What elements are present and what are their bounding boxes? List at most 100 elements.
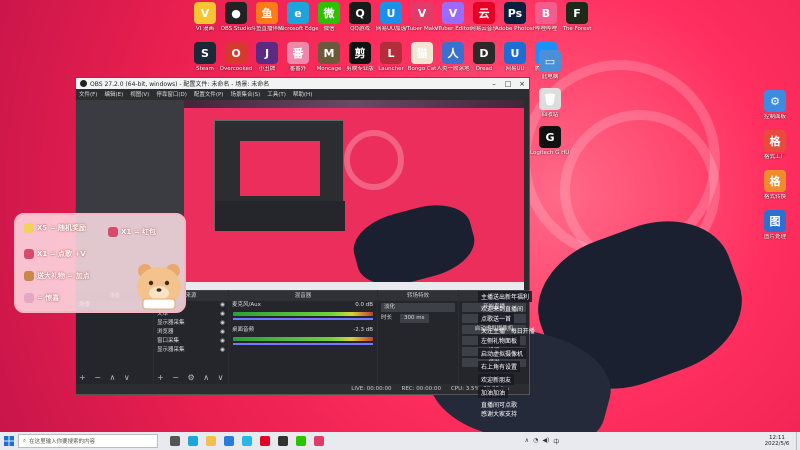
desktop-icon[interactable]: 格格式转换 [755, 170, 795, 200]
clock-date: 2022/5/6 [764, 441, 790, 447]
obs-menu-item[interactable]: 文件(F) [79, 90, 97, 98]
desktop-icon[interactable]: 格格式工厂 [755, 130, 795, 160]
taskbar-app-edge[interactable] [184, 432, 202, 450]
source-item[interactable]: 窗口采集 ◉ [154, 337, 228, 346]
close-button[interactable]: × [515, 80, 529, 88]
task-view-icon [170, 436, 180, 446]
volume-slider[interactable] [233, 343, 373, 345]
ime-icon[interactable]: 中 [553, 437, 559, 446]
app-icon: J [256, 42, 278, 64]
sources-toolbar[interactable]: + − ⚙ ∧ ∨ [157, 373, 226, 382]
preview-nested-obs [214, 120, 345, 231]
taskbar-app-store[interactable] [220, 432, 238, 450]
tray-arrow-icon[interactable]: ∧ [525, 437, 529, 446]
edge-icon [188, 436, 198, 446]
capture-icon [314, 436, 324, 446]
show-desktop-button[interactable] [795, 432, 800, 450]
app-icon: 猫 [411, 42, 433, 64]
taskbar-app-bilibili[interactable] [238, 432, 256, 450]
gift-rule-item: X5 = 随机奖励 [24, 223, 86, 233]
mixer-dock: 混音器 麦克风/Aux 0.0 dB 桌面音频 -2.3 dB [229, 290, 377, 384]
gift-icon [24, 271, 34, 281]
app-icon: Q [349, 2, 371, 24]
obs-menu-item[interactable]: 编辑(E) [104, 90, 123, 98]
visibility-eye-icon[interactable]: ◉ [220, 319, 225, 328]
mixer-db-value: -2.3 dB [353, 327, 373, 333]
taskbar-app-explorer[interactable] [202, 432, 220, 450]
network-icon[interactable]: ◔ [533, 437, 538, 446]
live-status: LIVE: 00:00:00 [351, 386, 392, 392]
desktop-icon[interactable]: 图图片处理 [755, 210, 795, 240]
app-icon: U [504, 42, 526, 64]
source-label: 显示器采集 [157, 320, 185, 326]
scenes-toolbar[interactable]: + − ∧ ∨ [79, 373, 133, 382]
taskbar-clock[interactable]: 12:11 2022/5/6 [758, 435, 796, 447]
taskbar: ⌕ 在这里输入你要搜索的内容 ∧ ◔ ◀) 中 12:11 2022/5/6 [0, 432, 800, 450]
desktop-icon-label: 控制面板 [763, 114, 786, 120]
preview-character [346, 195, 482, 290]
store-icon [224, 436, 234, 446]
app-icon: 云 [473, 2, 495, 24]
source-item[interactable]: 显示器采集 ◉ [154, 346, 228, 355]
obs-menu-item[interactable]: 视图(V) [130, 90, 149, 98]
app-icon: ▭ [539, 50, 561, 72]
transition-select[interactable]: 淡化 [381, 303, 455, 312]
app-icon: 剪 [349, 42, 371, 64]
visibility-eye-icon[interactable]: ◉ [220, 301, 225, 310]
visibility-eye-icon[interactable]: ◉ [220, 337, 225, 346]
start-button[interactable] [0, 432, 18, 450]
mixer-db-value: 0.0 dB [355, 302, 373, 308]
taskbar-app-capture[interactable] [310, 432, 328, 450]
obs-icon [278, 436, 288, 446]
system-tray: ∧ ◔ ◀) 中 [525, 437, 560, 446]
taskbar-search-input[interactable]: ⌕ 在这里输入你要搜索的内容 [18, 434, 158, 448]
app-icon: O [225, 42, 247, 64]
source-label: 浏览器 [157, 329, 174, 335]
obs-menu-item[interactable]: 工具(T) [267, 90, 286, 98]
gift-rule-text: X1 = 红包 [121, 228, 157, 236]
obs-preview[interactable] [184, 100, 524, 290]
transitions-dock-title: 转场特效 [378, 291, 458, 301]
taskbar-app-netease[interactable] [256, 432, 274, 450]
desktop-icon[interactable]: F The Forest [557, 2, 597, 32]
duration-input[interactable]: 300 ms [400, 314, 429, 323]
obs-logo-icon [80, 80, 87, 87]
taskbar-app-wechat[interactable] [292, 432, 310, 450]
bear-mascot-icon [137, 264, 181, 310]
netease-icon [260, 436, 270, 446]
visibility-eye-icon[interactable]: ◉ [220, 346, 225, 355]
volume-icon[interactable]: ◀) [542, 437, 549, 446]
minimize-button[interactable]: – [487, 80, 501, 88]
obs-menu-item[interactable]: 场景集合(S) [230, 90, 260, 98]
source-label: 窗口采集 [157, 338, 180, 344]
preview-nested-docks [215, 201, 345, 231]
source-item[interactable]: 显示器采集 ◉ [154, 319, 228, 328]
visibility-eye-icon[interactable]: ◉ [220, 328, 225, 337]
obs-menu-item[interactable]: 帮助(H) [293, 90, 312, 98]
gift-rule-item: X1 = 红包 [108, 227, 156, 237]
source-item[interactable]: 浏览器 ◉ [154, 328, 228, 337]
app-icon: 图 [764, 210, 786, 232]
obs-titlebar[interactable]: OBS 27.2.0 (64-bit, windows) - 配置文件: 未命名… [76, 78, 529, 89]
app-icon: G [539, 126, 561, 148]
search-icon: ⌕ [23, 437, 27, 444]
chat-overlay: 主播送出新年福利 欢迎来到直播间 点歌送一首 关注主播 · 每日开播 左侧礼物面板 启动虚… [478, 291, 618, 418]
visibility-eye-icon[interactable]: ◉ [220, 310, 225, 319]
preview-taskbar [184, 282, 524, 290]
search-placeholder: 在这里输入你要搜索的内容 [29, 439, 96, 445]
desktop-icon[interactable]: ▭ 此电脑 [530, 50, 570, 80]
obs-menu-item[interactable]: 停靠窗口(D) [156, 90, 187, 98]
app-icon: 🗑 [539, 88, 561, 110]
maximize-button[interactable]: □ [501, 80, 515, 88]
gift-icon [24, 249, 34, 259]
desktop-icon[interactable]: 🗑 回收站 [530, 88, 570, 118]
volume-slider[interactable] [233, 318, 373, 320]
obs-menu-item[interactable]: 配置文件(P) [194, 90, 224, 98]
app-icon: B [535, 2, 557, 24]
gift-rule-text: X5 = 随机奖励 [37, 224, 87, 232]
mixer-dock-title: 混音器 [229, 291, 377, 301]
taskbar-app-obs[interactable] [274, 432, 292, 450]
desktop-icon[interactable]: G Logitech G HUB [530, 126, 570, 156]
desktop-icon[interactable]: ⚙ 控制面板 [755, 90, 795, 120]
taskbar-app-task-view[interactable] [166, 432, 184, 450]
